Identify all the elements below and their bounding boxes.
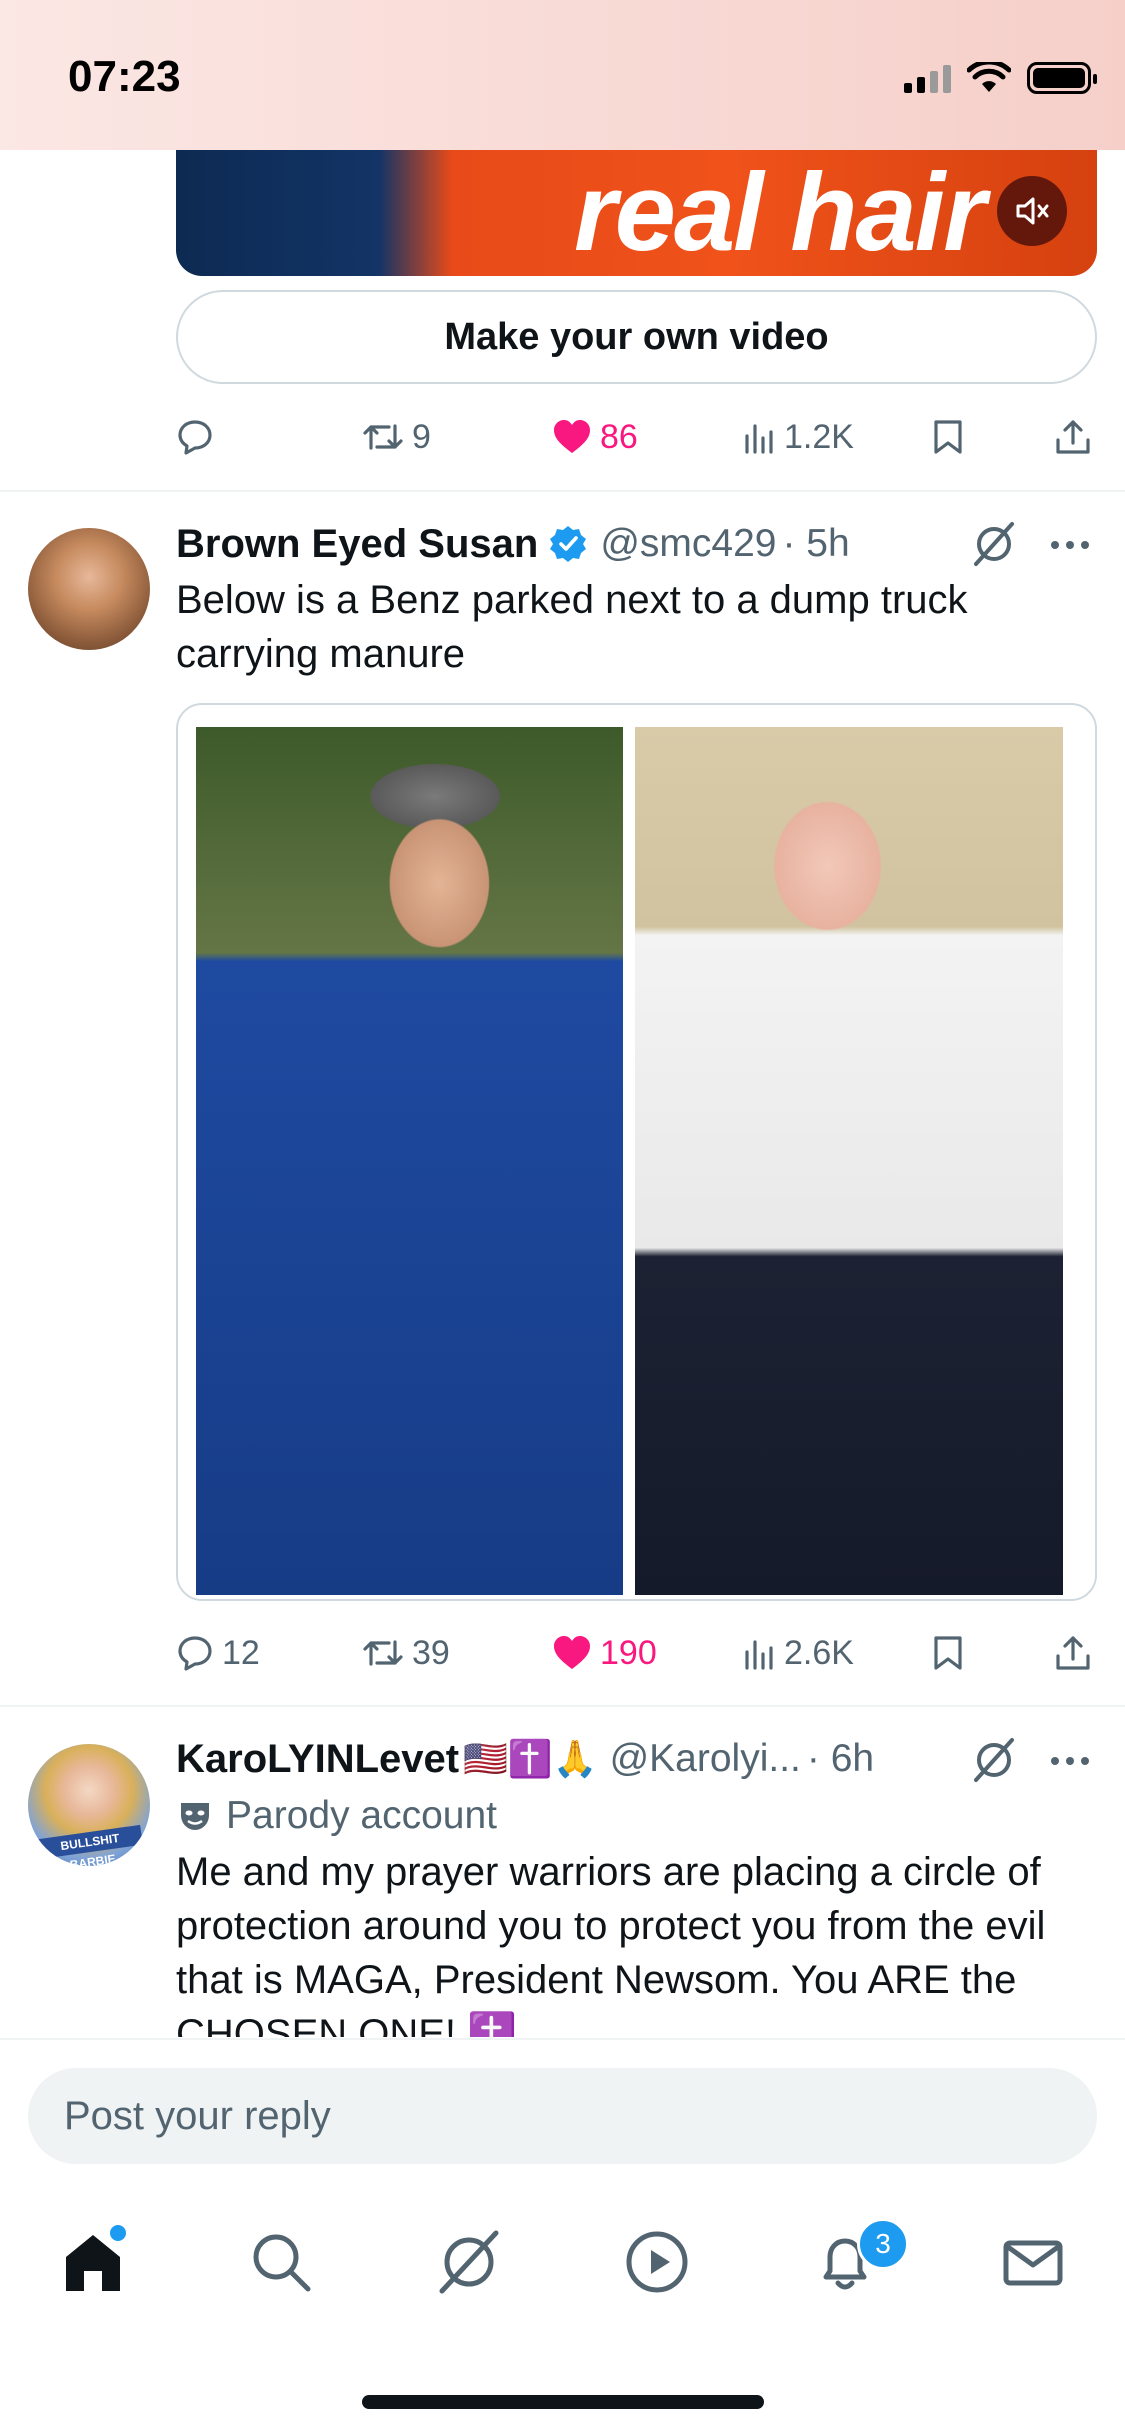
bookmark-button[interactable]	[932, 1634, 964, 1672]
like-action[interactable]: 86	[552, 418, 638, 457]
tab-grok[interactable]	[419, 2212, 519, 2312]
more-options-icon[interactable]	[1051, 541, 1089, 549]
repost-icon	[363, 1640, 403, 1666]
top-post-actions: 9 86 1.2K	[176, 407, 1097, 467]
post1-actions: 12 39 190 2.6K	[176, 1623, 1097, 1683]
reply-count: 12	[222, 1633, 260, 1672]
tab-search[interactable]	[231, 2212, 331, 2312]
name-emojis: 🇺🇸✝️🙏	[463, 1738, 598, 1779]
display-name[interactable]: KaroLYINLevet	[176, 1737, 459, 1782]
home-new-dot	[107, 2222, 129, 2244]
post-image-left	[196, 727, 623, 1595]
share-button[interactable]	[1054, 418, 1092, 456]
heart-filled-icon	[554, 420, 590, 453]
reply-action[interactable]	[176, 418, 222, 456]
reply-icon	[178, 1636, 212, 1671]
views-count: 1.2K	[784, 417, 854, 456]
like-action[interactable]: 190	[552, 1634, 657, 1673]
avatar[interactable]	[28, 528, 150, 650]
home-indicator	[362, 2395, 764, 2409]
mail-icon	[1003, 2240, 1063, 2286]
post-image-card[interactable]	[176, 703, 1097, 1601]
avatar[interactable]: BULLSHIT BARBIE	[28, 1744, 150, 1866]
post-header: Brown Eyed Susan @smc429 · 5h	[176, 519, 850, 569]
make-your-own-video-button[interactable]: Make your own video	[176, 290, 1097, 384]
status-icons	[904, 62, 1097, 94]
grok-icon[interactable]	[970, 520, 1018, 568]
reply-icon	[178, 420, 212, 455]
avatar-ribbon: BULLSHIT BARBIE	[37, 1824, 143, 1866]
mute-button[interactable]	[997, 176, 1067, 246]
search-icon	[253, 2234, 311, 2292]
grok-icon[interactable]	[970, 1736, 1018, 1784]
views-action[interactable]: 1.2K	[742, 418, 854, 457]
reply-action[interactable]: 12	[176, 1634, 260, 1673]
bookmark-button[interactable]	[932, 418, 964, 456]
post-header: KaroLYINLevet 🇺🇸✝️🙏 @Karolyi... · 6h	[176, 1734, 874, 1784]
wifi-icon	[967, 62, 1011, 92]
post-text: Below is a Benz parked next to a dump tr…	[176, 578, 968, 676]
video-thumbnail[interactable]: real hair	[176, 150, 1097, 276]
repost-count: 39	[412, 1633, 450, 1672]
reply-input[interactable]: Post your reply	[28, 2068, 1097, 2164]
play-icon	[626, 2231, 688, 2293]
views-icon	[745, 1640, 773, 1670]
speaker-muted-icon	[1016, 197, 1049, 225]
cellular-signal-icon	[904, 63, 951, 93]
views-count: 2.6K	[784, 1633, 854, 1672]
bookmark-icon	[934, 1636, 962, 1670]
battery-icon	[1027, 62, 1097, 94]
handle[interactable]: @Karolyi...	[610, 1737, 801, 1781]
more-options-icon[interactable]	[1051, 1757, 1089, 1765]
post-divider	[0, 490, 1125, 492]
status-bar: 07:23	[0, 0, 1125, 150]
parody-mask-icon	[181, 1803, 209, 1830]
bottom-tab-bar: 3	[0, 2206, 1125, 2316]
status-time: 07:23	[68, 52, 181, 101]
repost-icon	[363, 424, 403, 450]
bookmark-icon	[934, 420, 962, 454]
post-divider	[0, 1705, 1125, 1707]
video-caption: real hair	[574, 151, 986, 274]
parody-account-label: Parody account	[226, 1794, 498, 1837]
share-icon	[1056, 1636, 1090, 1670]
repost-action[interactable]: 9	[362, 418, 431, 457]
tab-notifications[interactable]: 3	[795, 2212, 909, 2312]
post-time: · 6h	[806, 1737, 875, 1780]
share-button[interactable]	[1054, 1634, 1092, 1672]
repost-count: 9	[412, 417, 431, 456]
post-time: · 5h	[782, 522, 850, 565]
views-icon	[745, 424, 773, 454]
tab-messages[interactable]	[983, 2212, 1083, 2312]
repost-action[interactable]: 39	[362, 1634, 450, 1673]
share-icon	[1056, 420, 1090, 454]
heart-filled-icon	[554, 1636, 590, 1669]
tab-home[interactable]	[43, 2212, 143, 2312]
post-image-right	[635, 727, 1063, 1595]
handle[interactable]: @smc429	[600, 522, 776, 566]
post-text: Me and my prayer warriors are placing a …	[176, 1850, 1046, 2037]
display-name[interactable]: Brown Eyed Susan	[176, 522, 538, 567]
tab-video[interactable]	[607, 2212, 707, 2312]
views-action[interactable]: 2.6K	[742, 1634, 854, 1673]
parody-label-row: Parody account	[176, 1791, 497, 1841]
notifications-count-badge: 3	[857, 2218, 909, 2270]
verified-badge-icon	[548, 524, 588, 564]
like-count: 190	[600, 1633, 657, 1672]
grok-icon	[439, 2230, 499, 2294]
like-count: 86	[600, 417, 638, 456]
